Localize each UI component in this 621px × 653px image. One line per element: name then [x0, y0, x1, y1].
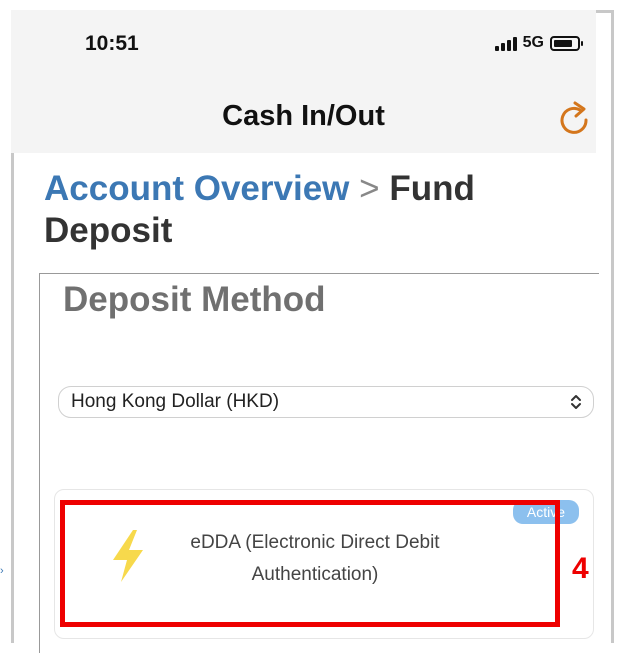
breadcrumb-separator: > — [359, 169, 380, 208]
lightning-icon — [113, 530, 143, 582]
deposit-method-card-edda[interactable]: Active eDDA (Electronic Direct Debit Aut… — [54, 489, 594, 639]
breadcrumb-link-account-overview[interactable]: Account Overview — [44, 169, 349, 208]
select-chevron-icon — [571, 395, 581, 409]
refresh-icon[interactable] — [556, 98, 592, 138]
breadcrumb: Account Overview > Fund Deposit — [44, 168, 574, 252]
deposit-panel: Deposit Method Hong Kong Dollar (HKD) Ac… — [39, 273, 599, 653]
annotation-number: 4 — [572, 552, 589, 585]
battery-icon — [550, 35, 583, 51]
top-bar: 10:51 5G Cash In/Out — [11, 10, 596, 153]
status-indicators: 5G — [494, 34, 583, 52]
section-title: Deposit Method — [63, 280, 326, 319]
currency-select[interactable]: Hong Kong Dollar (HKD) — [58, 386, 594, 418]
edge-marker: › — [0, 565, 4, 577]
status-badge: Active — [512, 500, 579, 524]
currency-selected-value: Hong Kong Dollar (HKD) — [71, 391, 280, 412]
network-type: 5G — [522, 34, 544, 51]
status-time: 10:51 — [85, 32, 139, 55]
page-title: Cash In/Out — [222, 100, 385, 132]
method-label: eDDA (Electronic Direct Debit Authentica… — [190, 532, 440, 585]
signal-bars-icon — [494, 35, 517, 51]
